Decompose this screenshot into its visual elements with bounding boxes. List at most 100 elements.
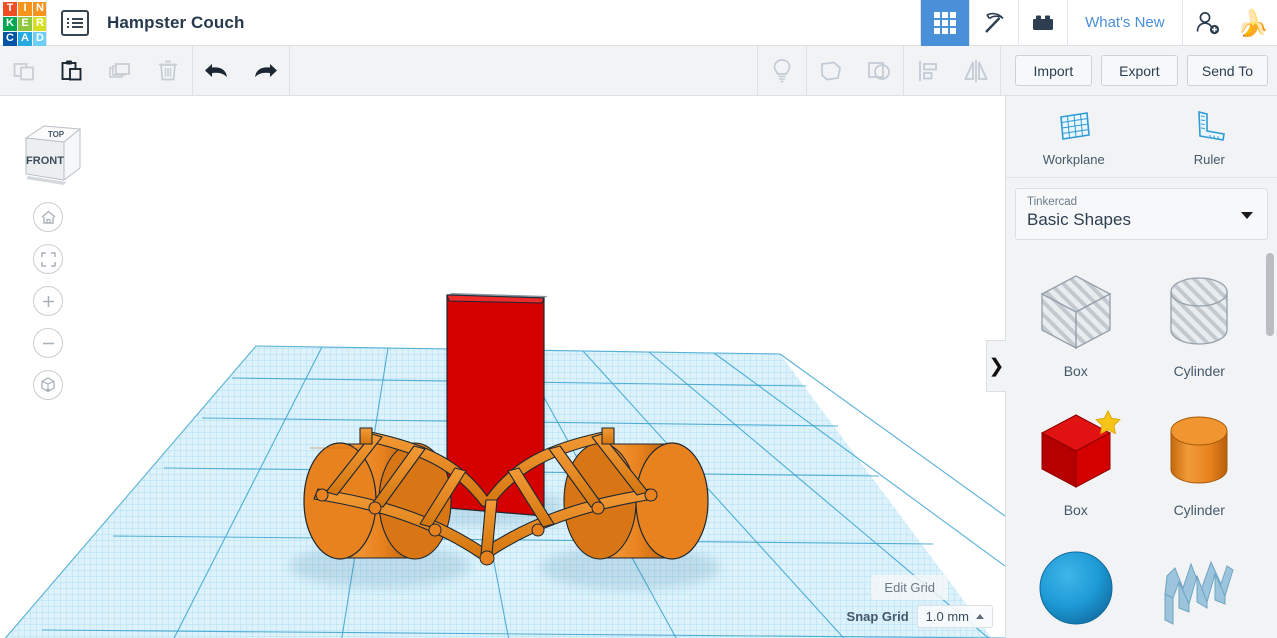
main-toolbar: Import Export Send To [0, 45, 1277, 96]
group-button[interactable] [807, 46, 855, 96]
minus-icon [42, 342, 54, 344]
plus-icon [42, 295, 54, 307]
solid-box-art [1030, 402, 1122, 500]
import-button[interactable]: Import [1014, 55, 1092, 86]
chevron-right-icon: ❯ [988, 355, 1005, 377]
whats-new-link[interactable]: What's New [1067, 0, 1182, 46]
logo-tile-k: K [3, 16, 17, 31]
shape-library-dropdown[interactable]: Tinkercad Basic Shapes [1015, 188, 1268, 240]
export-button[interactable]: Export [1100, 55, 1178, 86]
logo-tile-t: T [3, 1, 17, 16]
edit-grid-button[interactable]: Edit Grid [871, 575, 948, 600]
align-icon [918, 60, 937, 81]
blocks-button[interactable] [1018, 0, 1067, 46]
shape-item-solid-cylinder[interactable]: Cylinder [1138, 394, 1262, 533]
logo-tile-d: D [33, 31, 47, 46]
person-add-icon [1196, 11, 1219, 34]
undo-button[interactable] [193, 46, 241, 96]
page-title: Hampster Couch [107, 12, 245, 32]
ungroup-shapes-icon [867, 61, 890, 80]
visibility-tools [758, 46, 806, 96]
snap-grid-select[interactable]: 1.0 mm [916, 605, 993, 628]
workplane-tool[interactable]: Workplane [1006, 96, 1142, 177]
group-shapes-icon [820, 61, 841, 80]
snap-grid-label: Snap Grid [846, 609, 909, 624]
avatar[interactable]: 🍌 [1231, 10, 1277, 36]
caret-up-icon [976, 614, 984, 619]
app-header: TINKERCAD Hampster Couch What's New 🍌 [0, 0, 1277, 46]
solid-cylinder-art [1153, 402, 1245, 500]
shape-item-scribble[interactable] [1138, 533, 1262, 638]
paste-icon [61, 60, 82, 80]
shape-grid: Box Cylinder Box Cylinder [1006, 249, 1277, 638]
tinkercad-logo[interactable]: TIN KER CAD [0, 0, 47, 46]
ungroup-button[interactable] [855, 46, 903, 96]
mirror-icon [963, 59, 988, 82]
grid-icon [934, 11, 957, 34]
perspective-toggle-button[interactable] [33, 370, 63, 400]
minecraft-button[interactable] [969, 0, 1018, 46]
copy-button[interactable] [0, 46, 48, 96]
history-tools [193, 46, 289, 96]
shapes-panel: ❯ Workplane Ruler Tinkercad Basic Shapes… [986, 96, 1277, 638]
fit-view-button[interactable] [33, 244, 63, 274]
delete-button[interactable] [144, 46, 192, 96]
send-to-button[interactable]: Send To [1186, 55, 1268, 86]
redo-arrow-icon [255, 63, 277, 77]
clipboard-tools [0, 46, 192, 96]
chevron-down-icon [1241, 212, 1253, 219]
snap-grid-control: Snap Grid 1.0 mm [847, 605, 993, 628]
invite-people-button[interactable] [1181, 0, 1231, 46]
3d-viewport[interactable]: TOP FRONT Edit Grid Snap Grid 1.0 mm [0, 96, 1005, 638]
shape-list[interactable]: Box Cylinder Box Cylinder [1006, 249, 1277, 638]
shape-label: Cylinder [1173, 502, 1225, 518]
duplicate-icon [109, 62, 130, 78]
mirror-button[interactable] [952, 46, 1000, 96]
viewcube-front-label: FRONT [26, 155, 64, 167]
workplane-grid-icon [1059, 111, 1090, 140]
shape-label: Box [1063, 363, 1088, 379]
lightbulb-icon [773, 58, 791, 82]
copy-icon [13, 62, 34, 80]
toolbar-separator [289, 45, 290, 96]
paste-button[interactable] [48, 46, 96, 96]
hole-box-art [1030, 263, 1122, 361]
shape-list-scrollbar[interactable] [1266, 249, 1274, 638]
shape-item-solid-box[interactable]: Box [1014, 394, 1138, 533]
list-icon[interactable] [61, 9, 89, 36]
toolbar-separator [999, 45, 1001, 96]
viewcube-top-label: TOP [48, 130, 65, 139]
scrollbar-thumb[interactable] [1266, 253, 1274, 336]
panel-collapse-button[interactable]: ❯ [986, 340, 1006, 392]
header-actions: What's New 🍌 [920, 0, 1277, 46]
view-cube[interactable]: TOP FRONT [12, 110, 84, 186]
shape-label: Cylinder [1173, 363, 1225, 379]
ruler-tool-label: Ruler [1193, 151, 1225, 167]
shape-item-sphere[interactable] [1014, 533, 1138, 638]
scene-canvas[interactable] [0, 96, 1005, 638]
workplane-tool-label: Workplane [1042, 151, 1105, 167]
scribble-art [1153, 541, 1245, 638]
duplicate-button[interactable] [96, 46, 144, 96]
ruler-tool[interactable]: Ruler [1142, 96, 1277, 177]
ruler-icon [1198, 110, 1226, 141]
tinkercad-app: TINKERCAD Hampster Couch What's New 🍌 Im… [0, 0, 1277, 638]
redo-button[interactable] [241, 46, 289, 96]
shape-item-hole-box[interactable]: Box [1014, 255, 1138, 394]
home-view-button[interactable] [33, 202, 63, 232]
lego-brick-icon [1033, 15, 1054, 30]
designs-grid-button[interactable] [920, 0, 970, 46]
snap-grid-value: 1.0 mm [925, 609, 969, 624]
logo-tile-a: A [18, 31, 32, 46]
sphere-art [1030, 541, 1122, 638]
shape-label: Box [1063, 502, 1088, 518]
hide-button[interactable] [758, 46, 806, 96]
align-button[interactable] [904, 46, 952, 96]
view-controls: TOP FRONT [8, 110, 88, 412]
ortho-cube-icon [41, 377, 55, 393]
zoom-in-button[interactable] [33, 286, 63, 316]
zoom-out-button[interactable] [33, 328, 63, 358]
group-tools [807, 46, 903, 96]
shape-item-hole-cylinder[interactable]: Cylinder [1138, 255, 1262, 394]
home-icon [41, 210, 55, 224]
